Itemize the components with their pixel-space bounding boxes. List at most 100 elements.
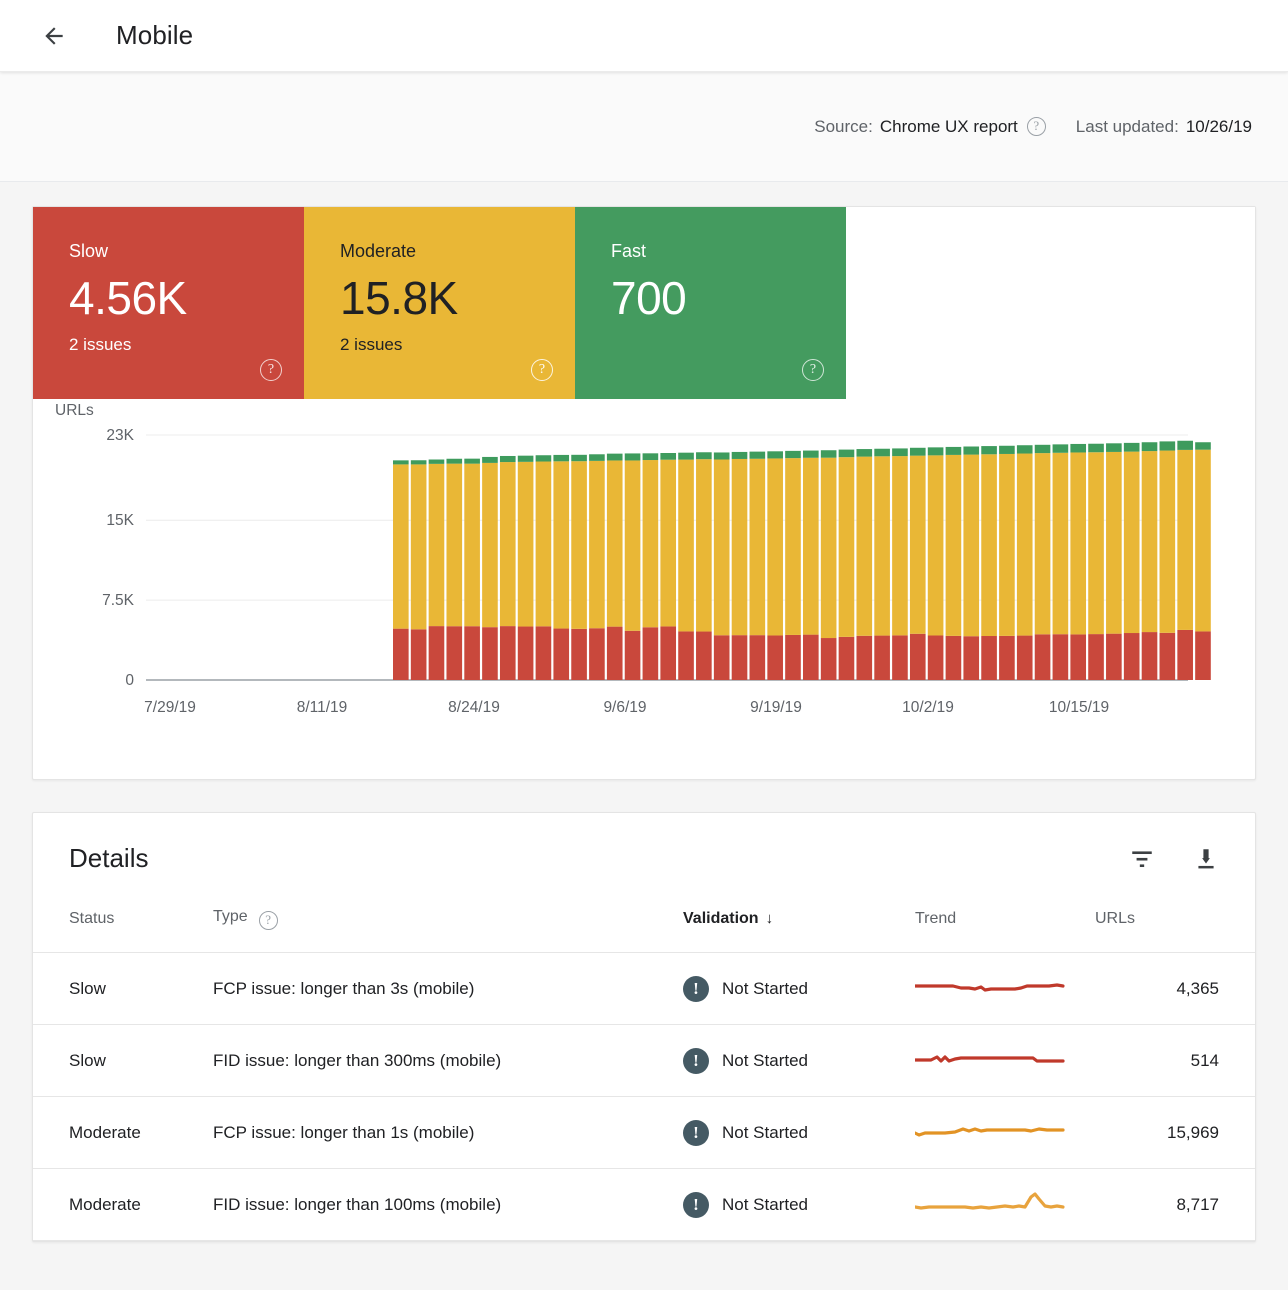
status-card-slow-label: Slow xyxy=(69,241,304,262)
last-updated-group: Last updated: 10/26/19 xyxy=(1076,117,1252,137)
cell-trend xyxy=(915,1169,1095,1241)
status-card-slow-help-icon[interactable]: ? xyxy=(260,359,282,381)
details-table-head: Status Type? Validation ↓ Trend URLs xyxy=(33,898,1255,953)
not-started-icon: ! xyxy=(683,1192,709,1218)
column-header-validation-label: Validation xyxy=(683,910,759,927)
status-card-fast-value: 700 xyxy=(611,270,846,326)
trend-sparkline xyxy=(915,1116,1065,1144)
trend-sparkline xyxy=(915,1044,1065,1072)
download-button[interactable] xyxy=(1191,844,1221,874)
source-group: Source: Chrome UX report ? xyxy=(814,117,1046,137)
svg-text:23K: 23K xyxy=(106,427,134,444)
cell-status: Slow xyxy=(33,953,213,1025)
status-card-moderate-value: 15.8K xyxy=(340,270,575,326)
svg-text:8/24/19: 8/24/19 xyxy=(448,699,500,716)
urls-over-time-chart[interactable]: URLs 0 7.5K 15K 23K 7/29/19 8/11/19 8/24/19 9/6/… xyxy=(33,399,1255,779)
status-card-moderate-label: Moderate xyxy=(340,241,575,262)
back-button[interactable] xyxy=(34,16,74,56)
svg-text:7/29/19: 7/29/19 xyxy=(144,699,196,716)
svg-text:8/11/19: 8/11/19 xyxy=(297,699,348,716)
column-header-status[interactable]: Status xyxy=(33,898,213,953)
not-started-icon: ! xyxy=(683,976,709,1002)
cell-type: FID issue: longer than 300ms (mobile) xyxy=(213,1025,683,1097)
status-card-slow-value: 4.56K xyxy=(69,270,304,326)
app-bar: Mobile xyxy=(0,0,1288,72)
trend-sparkline xyxy=(915,1188,1065,1216)
cell-status: Slow xyxy=(33,1025,213,1097)
status-card-fast-label: Fast xyxy=(611,241,846,262)
details-header: Details xyxy=(33,813,1255,898)
cell-trend xyxy=(915,1097,1095,1169)
type-help-icon[interactable]: ? xyxy=(259,911,278,930)
validation-label: Not Started xyxy=(722,979,808,999)
cell-validation: ! Not Started xyxy=(683,1025,915,1097)
column-header-type-label: Type xyxy=(213,908,248,925)
validation-label: Not Started xyxy=(722,1123,808,1143)
cell-trend xyxy=(915,1025,1095,1097)
cell-trend xyxy=(915,953,1095,1025)
cell-type: FCP issue: longer than 3s (mobile) xyxy=(213,953,683,1025)
source-value: Chrome UX report xyxy=(880,117,1018,137)
column-header-validation[interactable]: Validation ↓ xyxy=(683,898,915,953)
overview-panel: Slow 4.56K 2 issues ? Moderate 15.8K 2 i… xyxy=(32,206,1256,780)
details-table-body: SlowFCP issue: longer than 3s (mobile)! N… xyxy=(33,953,1255,1241)
status-cards: Slow 4.56K 2 issues ? Moderate 15.8K 2 i… xyxy=(33,207,1255,399)
chart-svg: URLs 0 7.5K 15K 23K 7/29/19 8/11/19 8/24/19 9/6/… xyxy=(33,399,1255,777)
status-card-fast[interactable]: Fast 700 ? xyxy=(575,207,846,399)
cell-validation: ! Not Started xyxy=(683,1169,915,1241)
svg-text:0: 0 xyxy=(125,672,134,689)
cell-status: Moderate xyxy=(33,1169,213,1241)
svg-text:7.5K: 7.5K xyxy=(102,592,135,609)
status-card-slow-issues: 2 issues xyxy=(69,335,304,355)
details-title: Details xyxy=(69,843,148,874)
source-label: Source: xyxy=(814,117,873,137)
cell-urls: 8,717 xyxy=(1095,1169,1255,1241)
sub-header: Source: Chrome UX report ? Last updated:… xyxy=(0,72,1288,182)
svg-text:URLs: URLs xyxy=(55,402,94,419)
table-header-row: Status Type? Validation ↓ Trend URLs xyxy=(33,898,1255,953)
status-card-moderate[interactable]: Moderate 15.8K 2 issues ? xyxy=(304,207,575,399)
status-card-fast-help-icon[interactable]: ? xyxy=(802,359,824,381)
sort-descending-icon: ↓ xyxy=(766,910,774,927)
column-header-urls[interactable]: URLs xyxy=(1095,898,1255,953)
status-card-moderate-help-icon[interactable]: ? xyxy=(531,359,553,381)
details-actions xyxy=(1127,844,1221,874)
svg-text:10/2/19: 10/2/19 xyxy=(902,699,954,716)
page-title: Mobile xyxy=(116,20,193,51)
svg-text:9/6/19: 9/6/19 xyxy=(603,699,646,716)
table-row[interactable]: SlowFID issue: longer than 300ms (mobile… xyxy=(33,1025,1255,1097)
status-card-slow[interactable]: Slow 4.56K 2 issues ? xyxy=(33,207,304,399)
details-table: Status Type? Validation ↓ Trend URLs Slow… xyxy=(33,898,1255,1241)
status-card-moderate-issues: 2 issues xyxy=(340,335,575,355)
arrow-left-icon xyxy=(41,23,67,49)
download-icon xyxy=(1193,846,1219,872)
not-started-icon: ! xyxy=(683,1048,709,1074)
cell-validation: ! Not Started xyxy=(683,1097,915,1169)
column-header-type[interactable]: Type? xyxy=(213,898,683,953)
last-updated-value: 10/26/19 xyxy=(1186,117,1252,137)
not-started-icon: ! xyxy=(683,1120,709,1146)
table-row[interactable]: SlowFCP issue: longer than 3s (mobile)! N… xyxy=(33,953,1255,1025)
cell-urls: 4,365 xyxy=(1095,953,1255,1025)
table-row[interactable]: ModerateFID issue: longer than 100ms (mo… xyxy=(33,1169,1255,1241)
column-header-trend[interactable]: Trend xyxy=(915,898,1095,953)
source-help-icon[interactable]: ? xyxy=(1027,117,1046,136)
svg-text:15K: 15K xyxy=(106,512,134,529)
cell-urls: 514 xyxy=(1095,1025,1255,1097)
last-updated-label: Last updated: xyxy=(1076,117,1179,137)
filter-icon xyxy=(1129,846,1155,872)
cell-status: Moderate xyxy=(33,1097,213,1169)
trend-sparkline xyxy=(915,972,1065,1000)
cell-urls: 15,969 xyxy=(1095,1097,1255,1169)
table-row[interactable]: ModerateFCP issue: longer than 1s (mobil… xyxy=(33,1097,1255,1169)
validation-label: Not Started xyxy=(722,1051,808,1071)
filter-button[interactable] xyxy=(1127,844,1157,874)
status-cards-spacer xyxy=(846,207,1255,399)
cell-type: FID issue: longer than 100ms (mobile) xyxy=(213,1169,683,1241)
cell-validation: ! Not Started xyxy=(683,953,915,1025)
svg-text:10/15/19: 10/15/19 xyxy=(1049,699,1109,716)
cell-type: FCP issue: longer than 1s (mobile) xyxy=(213,1097,683,1169)
svg-text:9/19/19: 9/19/19 xyxy=(750,699,802,716)
details-panel: Details Status xyxy=(32,812,1256,1242)
validation-label: Not Started xyxy=(722,1195,808,1215)
